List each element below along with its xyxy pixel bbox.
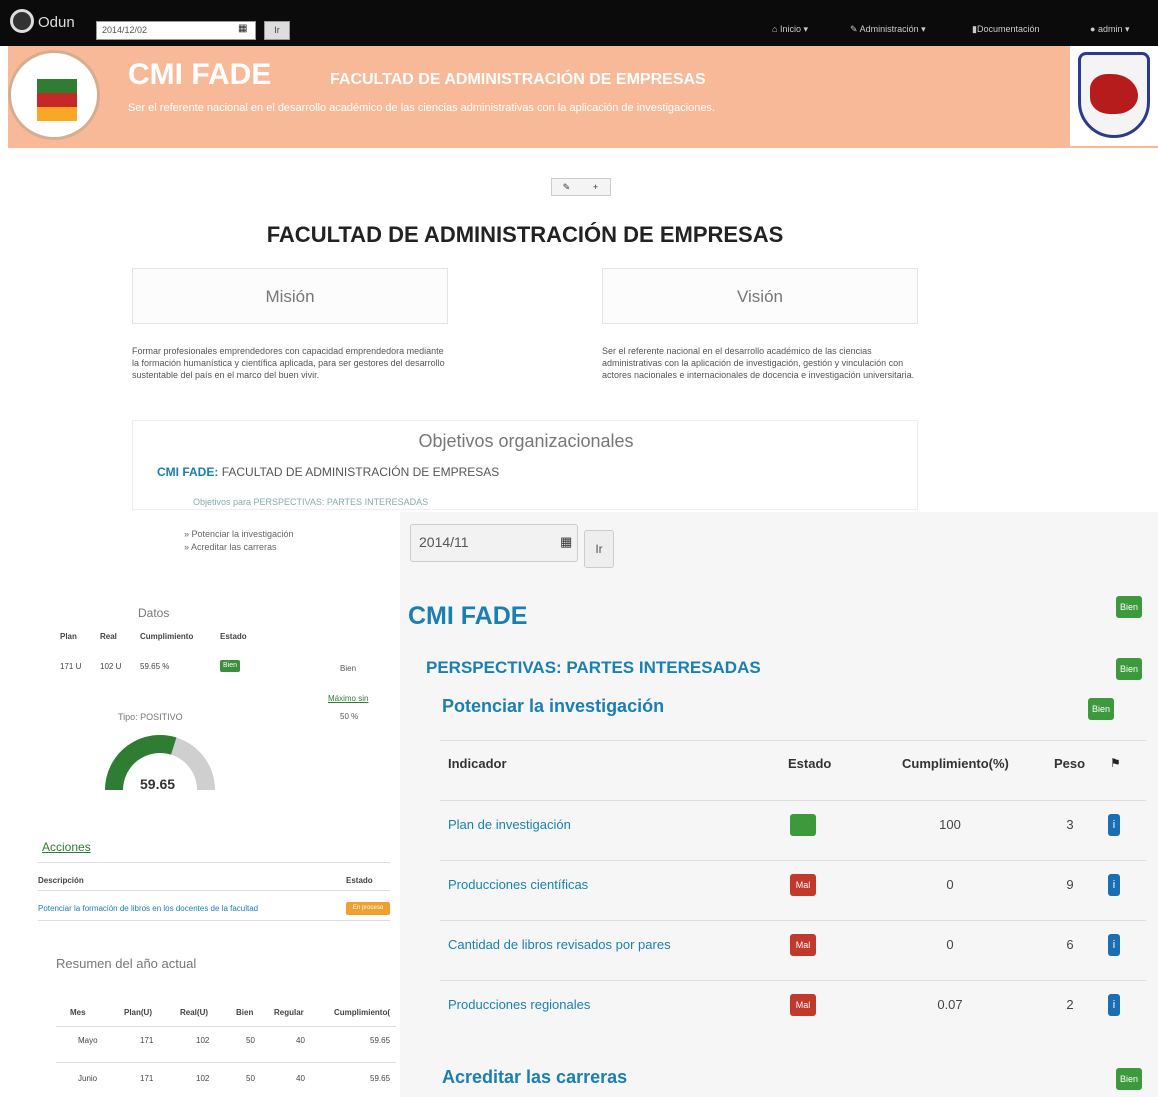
home-icon: ⌂ [772, 24, 778, 34]
header-indicador: Indicador [448, 756, 507, 771]
header-cumplimiento: Cumplimiento(%) [902, 756, 1009, 771]
peso-value: 9 [1066, 877, 1074, 892]
cmi-detail-panel: 2014/11 ▦ Ir CMI FADE Bien PERSPECTIVAS:… [400, 512, 1158, 1097]
edit-button[interactable]: ✎ [552, 179, 581, 195]
objetivos-cmi-line: CMI FADE: FACULTAD DE ADMINISTRACIÓN DE … [157, 465, 500, 479]
period-go-button[interactable]: Ir [584, 530, 614, 568]
perspective-status-badge: Bien [1116, 658, 1142, 680]
vision-text: Ser el referente nacional en el desarrol… [602, 346, 915, 380]
resumen-title: Resumen del año actual [56, 956, 197, 971]
nav-menu-inicio[interactable]: ⌂ Inicio ▾ [772, 24, 808, 35]
navbar-go-button[interactable]: Ir [264, 21, 290, 40]
top-navbar: Odun 2014/12/02 ▦ Ir ⌂ Inicio ▾ ✎ Admini… [0, 0, 1158, 46]
cumplimiento-value: 0.07 [937, 997, 963, 1012]
gauge-value: 59.65 [140, 776, 176, 792]
objetivos-list: » Potenciar la investigación » Acreditar… [184, 528, 294, 554]
cmi-status-badge: Bien [1116, 596, 1142, 618]
user-icon: ● [1090, 24, 1096, 34]
datos-header-plan: Plan [60, 632, 77, 641]
datos-header-estado: Estado [220, 632, 247, 641]
nav-menu-documentacion[interactable]: ▮Documentación [972, 24, 1040, 35]
calendar-icon[interactable]: ▦ [560, 534, 572, 550]
brand-logo-icon[interactable] [10, 9, 34, 33]
indicator-type: Tipo: POSITIVO [118, 712, 183, 722]
resumen-header-plan: Plan(U) [124, 1008, 152, 1017]
cmi-title: CMI FADE [408, 602, 528, 630]
resumen-header-real: Real(U) [180, 1008, 209, 1017]
status-badge [790, 814, 816, 836]
peso-value: 2 [1066, 997, 1074, 1012]
indicator-link[interactable]: Plan de investigación [448, 817, 571, 832]
cumplimiento-value: 0 [946, 937, 954, 952]
calendar-icon[interactable]: ▦ [238, 23, 247, 34]
objetivos-title: Objetivos organizacionales [418, 431, 634, 451]
period-date-input[interactable]: 2014/11 [410, 524, 578, 562]
datos-real: 102 U [100, 662, 122, 671]
side-label-bien: Bien [340, 664, 357, 673]
header-peso: Peso [1054, 756, 1086, 771]
page-title: FACULTAD DE ADMINISTRACIÓN DE EMPRESAS [266, 222, 784, 247]
indicator-link[interactable]: Producciones regionales [448, 997, 590, 1012]
datos-header-cumplimiento: Cumplimiento [140, 632, 194, 641]
faculty-crest-icon [1070, 46, 1158, 146]
header-title: CMI FADE [128, 58, 272, 91]
status-badge: Bien [220, 660, 240, 672]
status-badge: Mal [790, 874, 816, 896]
nav-menu-user[interactable]: ● admin ▾ [1090, 24, 1129, 35]
cumplimiento-value: 0 [946, 877, 954, 892]
info-button[interactable]: i [1108, 814, 1120, 836]
side-label-percent: 50 % [340, 712, 359, 721]
peso-value: 6 [1066, 937, 1074, 952]
side-label-maximo[interactable]: Máximo sin [328, 694, 368, 703]
datos-cumplimiento: 59.65 % [140, 662, 170, 671]
acciones-title[interactable]: Acciones [42, 840, 91, 854]
compliance-gauge [105, 735, 215, 791]
info-button[interactable]: i [1108, 874, 1120, 896]
mision-heading: Misión [132, 268, 448, 324]
header-banner: CMI FADE FACULTAD DE ADMINISTRACIÓN DE E… [8, 46, 1158, 148]
objetivos-panel: Objetivos organizacionales CMI FADE: FAC… [132, 420, 918, 510]
info-button[interactable]: i [1108, 994, 1120, 1016]
wrench-icon: ✎ [850, 24, 858, 34]
datos-title: Datos [138, 606, 170, 620]
resumen-header-bien: Bien [236, 1008, 254, 1017]
resumen-header-regular: Regular [274, 1008, 304, 1017]
vision-heading: Visión [602, 268, 918, 324]
indicator-link[interactable]: Producciones científicas [448, 877, 588, 892]
indicator-detail-panel: Datos Plan Real Cumplimiento Estado 171 … [8, 578, 400, 1097]
list-item[interactable]: » Acreditar las carreras [184, 541, 294, 554]
header-subtitle: FACULTAD DE ADMINISTRACIÓN DE EMPRESAS [330, 71, 706, 88]
objective-status-badge: Bien [1088, 698, 1114, 720]
info-button[interactable]: i [1108, 934, 1120, 956]
cumplimiento-value: 100 [939, 817, 961, 832]
datos-header-real: Real [100, 632, 117, 641]
status-badge: Mal [790, 994, 816, 1016]
status-badge: Mal [790, 934, 816, 956]
acciones-header-estado: Estado [346, 876, 373, 885]
objetivos-subtitle: Objetivos para PERSPECTIVAS: PARTES INTE… [193, 497, 429, 507]
accion-description-link[interactable]: Potenciar la formación de libros en los … [38, 904, 258, 913]
mision-text: Formar profesionales emprendedores con c… [132, 346, 445, 380]
resumen-header-cumplimiento: Cumplimiento( [334, 1008, 390, 1017]
acciones-header-descripcion: Descripción [38, 876, 84, 885]
list-item[interactable]: » Potenciar la investigación [184, 528, 294, 541]
add-button[interactable]: + [581, 179, 610, 195]
datos-plan: 171 U [60, 662, 82, 671]
navbar-date-input[interactable]: 2014/12/02 [96, 21, 256, 40]
university-seal-icon [8, 50, 100, 140]
objective-title-2: Acreditar las carreras [442, 1067, 628, 1087]
objective-title: Potenciar la investigación [442, 696, 665, 716]
perspective-title: PERSPECTIVAS: PARTES INTERESADAS [426, 658, 761, 677]
header-tagline: Ser el referente nacional en el desarrol… [128, 102, 715, 114]
brand-name[interactable]: Odun [38, 14, 75, 31]
edit-add-button-group: ✎ + [551, 178, 611, 196]
flag-icon: ⚑ [1110, 756, 1121, 770]
objective-2-status-badge: Bien [1116, 1068, 1142, 1090]
header-estado: Estado [788, 756, 832, 771]
accion-status-badge: En proceso [346, 902, 390, 915]
peso-value: 3 [1066, 817, 1074, 832]
indicator-link[interactable]: Cantidad de libros revisados por pares [448, 937, 671, 952]
resumen-header-mes: Mes [70, 1008, 86, 1017]
nav-menu-administracion[interactable]: ✎ Administración ▾ [850, 24, 926, 35]
